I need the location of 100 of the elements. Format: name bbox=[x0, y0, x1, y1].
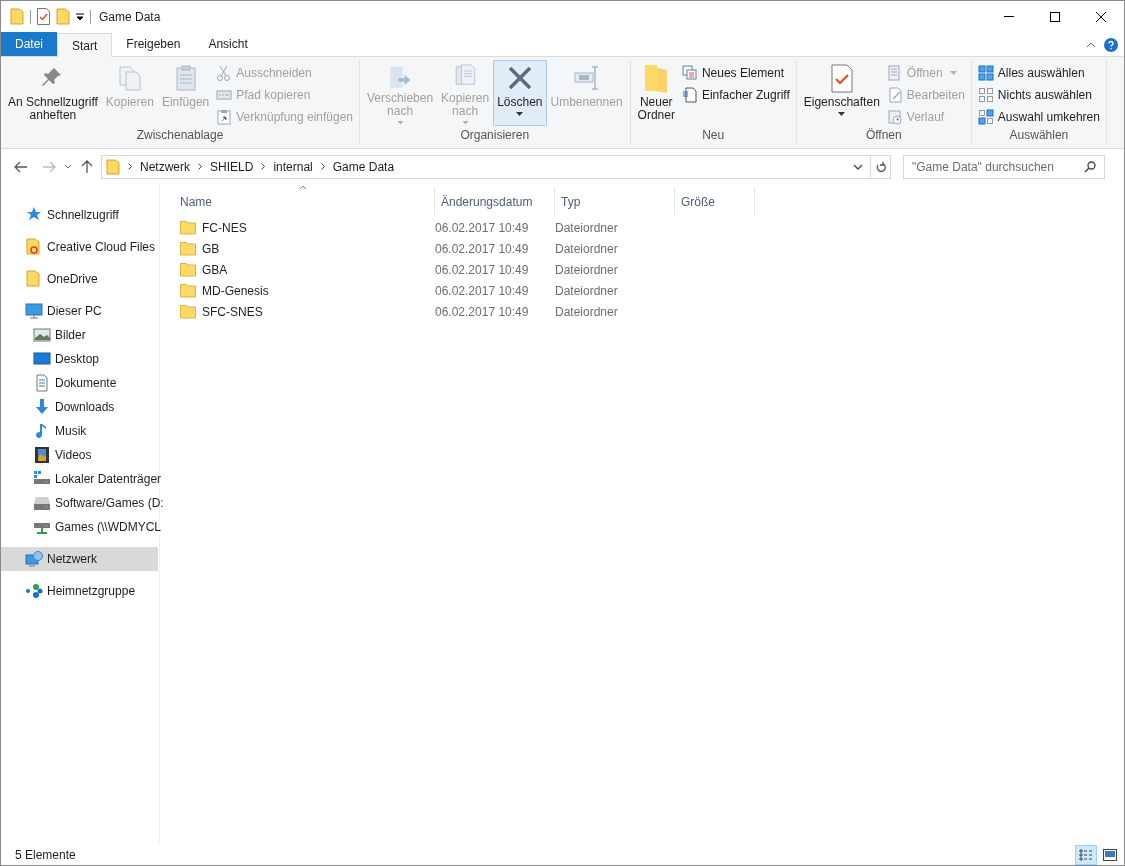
ribbon-button[interactable]: Einfacher Zugriff bbox=[678, 84, 793, 106]
sidebar-item[interactable]: OneDrive bbox=[1, 267, 158, 291]
ribbon-button[interactable]: Auswahl umkehren bbox=[974, 106, 1103, 128]
film-icon bbox=[33, 446, 51, 464]
ribbon-button[interactable]: Alles auswählen bbox=[974, 62, 1103, 84]
sidebar-item[interactable]: Musik bbox=[1, 419, 158, 443]
sidebar-item[interactable]: Software/Games (D: bbox=[1, 491, 164, 515]
sidebar-item[interactable]: Desktop bbox=[1, 347, 158, 371]
breadcrumb[interactable]: Netzwerk bbox=[140, 157, 190, 176]
large-icons-view-icon bbox=[1103, 848, 1117, 861]
recent-locations-chevron-icon[interactable] bbox=[64, 164, 72, 169]
properties-icon bbox=[37, 8, 50, 25]
table-cell-text: 06.02.2017 10:49 bbox=[435, 303, 530, 321]
table-cell-text: Dateiordner bbox=[555, 261, 619, 279]
group-label: Organisieren bbox=[459, 128, 531, 144]
ribbon-button[interactable]: An Schnellzugriff anheften bbox=[4, 60, 102, 126]
window-title: Game Data bbox=[99, 8, 161, 26]
sidebar-item[interactable]: Dokumente bbox=[1, 371, 158, 395]
sidebar-item[interactable]: Videos bbox=[1, 443, 158, 467]
ribbon-button[interactable]: Neues Element bbox=[678, 62, 793, 84]
sort-ascending-icon bbox=[299, 185, 307, 190]
refresh-icon bbox=[874, 160, 887, 173]
table-cell-text: 06.02.2017 10:49 bbox=[435, 219, 530, 237]
sidebar-item[interactable]: Heimnetzgruppe bbox=[1, 579, 158, 603]
address-bar[interactable]: Netzwerk SHIELD internal Game Data bbox=[101, 154, 891, 179]
table-cell-text: Dateiordner bbox=[555, 219, 619, 237]
sidebar-item[interactable]: Lokaler Datenträger bbox=[1, 467, 162, 491]
table-cell-text: 06.02.2017 10:49 bbox=[435, 282, 530, 300]
group-label: Zwischenablage bbox=[135, 128, 225, 144]
table-cell-text: Dateiordner bbox=[555, 240, 619, 258]
monitor-icon bbox=[25, 302, 43, 320]
ribbon-tab[interactable]: Freigeben bbox=[112, 32, 195, 56]
sidebar-item[interactable]: Schnellzugriff bbox=[1, 203, 158, 227]
select-none-icon bbox=[977, 87, 994, 103]
folder-icon bbox=[180, 282, 196, 299]
sidebar-item[interactable]: Downloads bbox=[1, 395, 158, 419]
select-all-icon bbox=[977, 65, 994, 81]
file-name[interactable]: FC-NES bbox=[202, 218, 247, 237]
path-icon bbox=[216, 87, 233, 103]
table-cell-text: Dateiordner bbox=[555, 282, 619, 300]
chevron-right-icon bbox=[128, 163, 132, 170]
folder-icon bbox=[10, 8, 24, 25]
details-view-icon bbox=[1079, 848, 1093, 861]
folder-icon bbox=[25, 270, 43, 288]
shortcut-icon bbox=[216, 109, 233, 125]
file-name[interactable]: GBA bbox=[202, 260, 228, 279]
chevron-right-icon bbox=[198, 163, 202, 170]
ribbon-button[interactable]: Neuer Ordner bbox=[633, 60, 679, 126]
drive-icon bbox=[33, 494, 51, 512]
search-field[interactable]: "Game Data" durchsuchen bbox=[903, 154, 1105, 179]
column-header[interactable]: Typ bbox=[555, 187, 675, 216]
folder-icon bbox=[180, 303, 196, 320]
picture-icon bbox=[33, 326, 51, 344]
ribbon-button[interactable]: Löschen bbox=[493, 60, 547, 126]
chevron-right-icon bbox=[320, 163, 325, 170]
open-icon bbox=[886, 65, 903, 81]
column-header[interactable]: Größe bbox=[675, 187, 755, 216]
document-icon bbox=[33, 374, 51, 392]
sidebar-item[interactable]: Dieser PC bbox=[1, 299, 158, 323]
file-name[interactable]: GB bbox=[202, 239, 220, 258]
breadcrumb[interactable]: internal bbox=[273, 157, 313, 176]
folder-icon bbox=[106, 158, 120, 175]
sidebar-item[interactable]: Games (\\WDMYCL bbox=[1, 515, 161, 539]
group-label: Öffnen bbox=[864, 128, 903, 144]
search-icon bbox=[1084, 160, 1096, 173]
document-icon bbox=[681, 87, 698, 103]
column-header[interactable]: Änderungsdatum bbox=[435, 187, 555, 216]
table-cell-text: 06.02.2017 10:49 bbox=[435, 240, 530, 258]
ribbon-tab[interactable]: Ansicht bbox=[194, 32, 262, 56]
back-arrow-icon[interactable] bbox=[14, 160, 28, 173]
collapse-ribbon-icon[interactable] bbox=[1086, 42, 1096, 48]
sidebar-item[interactable]: Netzwerk bbox=[1, 547, 158, 571]
ribbon-button[interactable]: Eigenschaften bbox=[799, 60, 884, 126]
table-cell-text: 06.02.2017 10:49 bbox=[435, 261, 530, 279]
folder-icon bbox=[180, 240, 196, 257]
sidebar-item[interactable]: Bilder bbox=[1, 323, 158, 347]
close-icon bbox=[1096, 11, 1106, 22]
file-name[interactable]: SFC-SNES bbox=[202, 302, 263, 321]
minimize-icon bbox=[1004, 16, 1014, 17]
address-dropdown-icon[interactable] bbox=[853, 163, 863, 170]
up-arrow-icon[interactable] bbox=[81, 159, 93, 174]
history-icon bbox=[886, 109, 903, 125]
globe-monitor-icon bbox=[25, 550, 43, 568]
folder-icon bbox=[180, 261, 196, 278]
ribbon-tab[interactable]: Start bbox=[57, 33, 113, 57]
customize-toolbar-icon bbox=[76, 12, 84, 21]
column-header[interactable]: Name bbox=[172, 187, 435, 216]
new-item-icon bbox=[681, 65, 698, 81]
file-tab[interactable]: Datei bbox=[1, 32, 57, 56]
help-icon[interactable] bbox=[1104, 38, 1118, 52]
ribbon-button[interactable]: Nichts auswählen bbox=[974, 84, 1103, 106]
download-arrow-icon bbox=[33, 398, 51, 416]
details-view-button[interactable] bbox=[1075, 844, 1097, 865]
breadcrumb[interactable]: Game Data bbox=[332, 157, 395, 176]
chevron-right-icon bbox=[261, 163, 266, 170]
folder-icon bbox=[180, 219, 196, 236]
table-cell-text: Dateiordner bbox=[555, 303, 619, 321]
breadcrumb[interactable]: SHIELD bbox=[210, 157, 254, 176]
file-name[interactable]: MD-Genesis bbox=[202, 281, 269, 300]
sidebar-item[interactable]: Creative Cloud Files bbox=[1, 235, 158, 259]
